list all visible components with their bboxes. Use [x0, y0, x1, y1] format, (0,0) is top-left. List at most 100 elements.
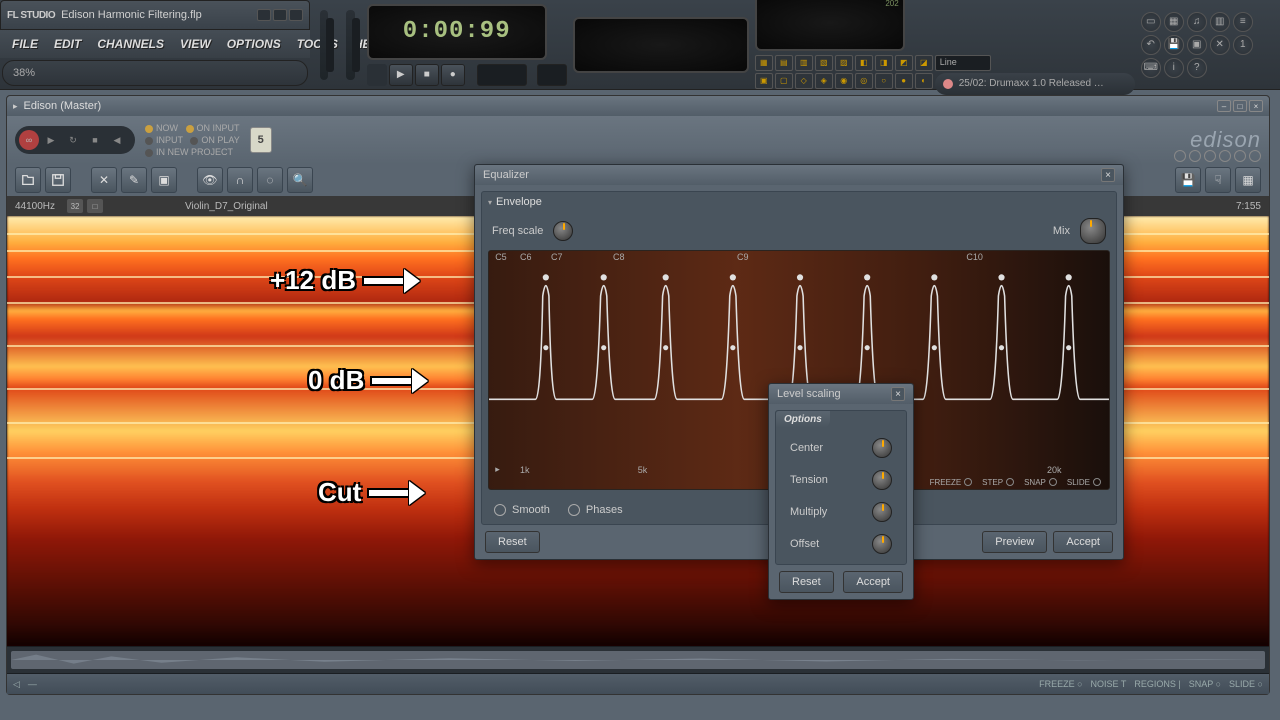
record-button[interactable]: ●	[441, 64, 465, 86]
back-button[interactable]: ◀	[107, 130, 127, 150]
stop-button[interactable]: ■	[415, 64, 439, 86]
edison-titlebar[interactable]: ▸ Edison (Master) – □ ×	[7, 96, 1269, 116]
shortcut-btn[interactable]: ▣	[755, 73, 773, 89]
collapse-icon[interactable]: ▸	[13, 101, 18, 112]
stop-button[interactable]: ■	[85, 130, 105, 150]
view-icon[interactable]	[1204, 150, 1216, 162]
shortcut-btn[interactable]: ◎	[855, 73, 873, 89]
record-arm-button[interactable]: ∞	[19, 130, 39, 150]
master-pitch-slider[interactable]	[346, 10, 354, 80]
timecode-display[interactable]: 0:00:99	[367, 4, 547, 60]
footer-freeze[interactable]: FREEZE ○	[1039, 679, 1082, 689]
view-icon[interactable]	[1219, 150, 1231, 162]
browser-icon[interactable]: ▥	[1210, 12, 1230, 32]
eye-icon[interactable]: 👁	[197, 167, 223, 193]
preview-button[interactable]: Preview	[982, 531, 1047, 553]
render-icon[interactable]: ▣	[1187, 35, 1207, 55]
mix-knob[interactable]	[1080, 218, 1106, 244]
shortcut-btn[interactable]: ◐	[915, 73, 933, 89]
pattern-song-switch[interactable]	[367, 64, 387, 86]
accept-button[interactable]: Accept	[843, 571, 903, 593]
footer-zoom-icon[interactable]: —	[28, 679, 37, 689]
cut-icon[interactable]: ✕	[91, 167, 117, 193]
playlist-icon[interactable]: ▭	[1141, 12, 1161, 32]
disk-icon[interactable]: 💾	[1175, 167, 1201, 193]
center-knob[interactable]	[872, 438, 892, 458]
offset-knob[interactable]	[872, 534, 892, 554]
close-icon[interactable]: ×	[1101, 168, 1115, 182]
level-scaling-titlebar[interactable]: Level scaling ×	[769, 384, 913, 404]
zoom-icon[interactable]: 🔍	[287, 167, 313, 193]
preset-slot[interactable]: 5	[250, 127, 272, 153]
shortcut-btn[interactable]: ●	[895, 73, 913, 89]
snap-select[interactable]: Line	[935, 55, 991, 71]
help-icon[interactable]: ?	[1187, 58, 1207, 78]
maximize-button[interactable]	[273, 9, 287, 21]
grid-icon[interactable]: ▦	[1235, 167, 1261, 193]
select-icon[interactable]: ◌	[257, 167, 283, 193]
menu-view[interactable]: VIEW	[172, 33, 219, 55]
view-icon[interactable]	[1234, 150, 1246, 162]
shortcut-btn[interactable]: ◈	[815, 73, 833, 89]
edison-close-button[interactable]: ×	[1249, 100, 1263, 112]
mode-slide[interactable]: SLIDE	[1067, 478, 1101, 487]
headphones-icon[interactable]: ∩	[227, 167, 253, 193]
equalizer-titlebar[interactable]: Equalizer ×	[475, 165, 1123, 185]
play-button[interactable]: ▶	[41, 130, 61, 150]
shortcut-btn[interactable]: ▤	[775, 55, 793, 71]
close-icon[interactable]: ×	[891, 387, 905, 401]
footer-noise[interactable]: NOISE T	[1091, 679, 1127, 689]
footer-snap[interactable]: SNAP ○	[1189, 679, 1221, 689]
menu-channels[interactable]: CHANNELS	[89, 33, 172, 55]
news-ticker[interactable]: 25/02: Drumaxx 1.0 Released …	[935, 73, 1135, 95]
reset-button[interactable]: Reset	[485, 531, 540, 553]
accept-button[interactable]: Accept	[1053, 531, 1113, 553]
mode-freeze[interactable]: FREEZE	[930, 478, 973, 487]
smooth-checkbox[interactable]: Smooth	[494, 504, 550, 516]
pianoroll-icon[interactable]: ♫	[1187, 12, 1207, 32]
shortcut-btn[interactable]: ▥	[795, 55, 813, 71]
shortcut-btn[interactable]: ▦	[755, 55, 773, 71]
hand-icon[interactable]: ☟	[1205, 167, 1231, 193]
undo-icon[interactable]: ↶	[1141, 35, 1161, 55]
stepseq-icon[interactable]: ▦	[1164, 12, 1184, 32]
shortcut-btn[interactable]: ▨	[835, 55, 853, 71]
loop-button[interactable]: ↻	[63, 130, 83, 150]
tension-knob[interactable]	[872, 470, 892, 490]
minimize-button[interactable]	[257, 9, 271, 21]
reset-button[interactable]: Reset	[779, 571, 834, 593]
stamp-icon[interactable]: ▣	[151, 167, 177, 193]
cpu-meter-display[interactable]: 202	[755, 0, 905, 51]
freq-scale-knob[interactable]	[553, 221, 573, 241]
phases-checkbox[interactable]: Phases	[568, 504, 623, 516]
shortcut-btn[interactable]: ▢	[775, 73, 793, 89]
mode-snap[interactable]: SNAP	[1024, 478, 1057, 487]
tempo-display[interactable]	[537, 64, 567, 86]
view-icon[interactable]	[1249, 150, 1261, 162]
mixer-icon[interactable]: ≡	[1233, 12, 1253, 32]
keyboard-icon[interactable]: ⌨	[1141, 58, 1161, 78]
shortcut-btn[interactable]: ◧	[855, 55, 873, 71]
footer-marker-icon[interactable]: ◁	[13, 679, 20, 690]
master-volume-slider[interactable]	[320, 10, 328, 80]
close-button[interactable]	[289, 9, 303, 21]
multiply-knob[interactable]	[872, 502, 892, 522]
shortcut-btn[interactable]: ○	[875, 73, 893, 89]
waveform-overview[interactable]	[7, 646, 1269, 674]
menu-options[interactable]: OPTIONS	[219, 33, 289, 55]
onekey-icon[interactable]: 1	[1233, 35, 1253, 55]
stereo-chip[interactable]: □	[87, 199, 103, 213]
settings-icon[interactable]: ✕	[1210, 35, 1230, 55]
mode-step[interactable]: STEP	[982, 478, 1014, 487]
shortcut-btn[interactable]: ◩	[895, 55, 913, 71]
view-icon[interactable]	[1174, 150, 1186, 162]
wand-icon[interactable]: ✎	[121, 167, 147, 193]
bitdepth-chip[interactable]: 32	[67, 199, 83, 213]
shortcut-btn[interactable]: ◉	[835, 73, 853, 89]
shortcut-btn[interactable]: ▧	[815, 55, 833, 71]
view-icon[interactable]	[1189, 150, 1201, 162]
envelope-panel-header[interactable]: ▾ Envelope	[482, 192, 1116, 212]
info-icon[interactable]: i	[1164, 58, 1184, 78]
edison-max-button[interactable]: □	[1233, 100, 1247, 112]
menu-edit[interactable]: EDIT	[46, 33, 89, 55]
